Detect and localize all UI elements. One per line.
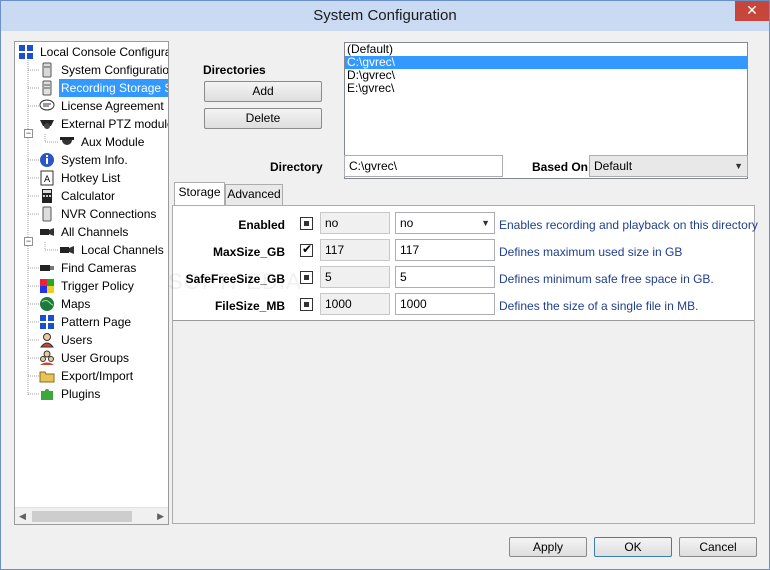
checkmark-icon: ✔ [302, 242, 313, 256]
license-icon [39, 99, 55, 111]
directories-heading: Directories [203, 63, 266, 77]
tree-item-label: License Agreement [61, 99, 164, 113]
expander-collapse[interactable]: − [24, 129, 33, 138]
list-item[interactable]: E:\gvrec\ [345, 82, 747, 95]
safefreesize-input[interactable]: 5 [395, 266, 495, 288]
camera-icon [60, 246, 74, 254]
trigger-icon [40, 279, 54, 293]
list-item[interactable]: D:\gvrec\ [345, 69, 747, 82]
based-on-value: Default [594, 159, 633, 173]
enabled-current-value: no [320, 212, 390, 234]
server-icon [42, 62, 52, 78]
tree-item-label: Local Channels [81, 243, 164, 257]
enabled-description: Enables recording and playback on this d… [499, 218, 758, 232]
watermark: SOFTPEDIA [168, 269, 302, 294]
directory-label: Directory [270, 160, 323, 174]
tree-item-label: Find Cameras [61, 261, 137, 275]
storage-tab-panel: Enabled no no ▼ Enables recording and pl… [172, 205, 758, 524]
pattern-icon [40, 315, 54, 329]
scroll-left-arrow-icon[interactable]: ◀ [19, 511, 26, 522]
tree-item-label: User Groups [61, 351, 130, 365]
safefreesize-current-value: 5 [320, 266, 390, 288]
tree-item-label: Trigger Policy [61, 279, 134, 293]
tree-item-label: Users [61, 333, 93, 347]
properties-grid: Enabled no no ▼ Enables recording and pl… [173, 206, 758, 321]
navigation-tree: Local Console Configurati System Configu… [14, 41, 169, 525]
safefreesize-checkbox[interactable] [300, 271, 313, 284]
property-name-maxsize: MaxSize_GB [212, 245, 285, 259]
apply-button[interactable]: Apply [509, 537, 587, 557]
tree-item-label: System Info. [61, 153, 128, 167]
tree-item-label: Recording Storage Se [59, 79, 168, 97]
filesize-input[interactable]: 1000 [395, 293, 495, 315]
nvr-icon [42, 206, 52, 222]
unchecked-mark-icon [304, 275, 309, 280]
list-item[interactable]: (Default) [345, 43, 747, 56]
tree-item-label: Export/Import [61, 369, 134, 383]
svg-text:A: A [44, 175, 51, 185]
property-name-filesize: FileSize_MB [214, 299, 285, 313]
window-title: System Configuration [313, 7, 457, 24]
tree-item-label: External PTZ module [61, 117, 169, 131]
globe-icon [40, 297, 54, 311]
info-icon [40, 153, 54, 167]
storage-icon [42, 80, 52, 96]
calculator-icon [42, 189, 52, 203]
enabled-checkbox[interactable] [300, 217, 313, 230]
property-name-enabled: Enabled [238, 218, 285, 232]
folder-icon [39, 371, 55, 383]
tree-item-label: Hotkey List [61, 171, 121, 185]
maxsize-description: Defines maximum used size in GB [499, 245, 683, 259]
dome-camera-icon [60, 137, 74, 145]
user-group-icon [40, 350, 54, 365]
directory-input[interactable]: C:\gvrec\ [344, 155, 503, 177]
camera-icon [40, 228, 54, 236]
enabled-select-value: no [400, 216, 414, 230]
system-configuration-window: System Configuration ✕ Local Console Con… [0, 0, 770, 570]
filesize-checkbox[interactable] [300, 298, 313, 311]
tree-horizontal-scrollbar[interactable]: ◀ ▶ [15, 507, 168, 524]
title-bar[interactable]: System Configuration ✕ [1, 1, 769, 31]
tree-item-label: Aux Module [81, 135, 145, 149]
tree-item-label: NVR Connections [61, 207, 157, 221]
tree-item-label: System Configuratior [61, 63, 169, 77]
user-icon [39, 333, 55, 348]
tree-item-label: Calculator [61, 189, 116, 203]
unchecked-mark-icon [304, 221, 309, 226]
ptz-camera-icon [40, 120, 54, 129]
maxsize-input[interactable]: 117 [395, 239, 495, 261]
close-button[interactable]: ✕ [735, 1, 769, 21]
tree-item-label: Maps [61, 297, 91, 311]
filesize-current-value: 1000 [320, 293, 390, 315]
unchecked-mark-icon [304, 302, 309, 307]
safefreesize-description: Defines minimum safe free space in GB. [499, 272, 714, 286]
add-directory-button[interactable]: Add [204, 81, 322, 102]
tab-advanced[interactable]: Advanced [225, 184, 283, 205]
find-camera-icon [40, 265, 54, 271]
based-on-select[interactable]: Default ▼ [589, 155, 748, 177]
tree-item-label: Plugins [61, 387, 101, 401]
maxsize-checkbox[interactable]: ✔ [300, 242, 313, 257]
chevron-down-icon: ▼ [734, 161, 743, 171]
filesize-description: Defines the size of a single file in MB. [499, 299, 699, 313]
windows-icon [19, 45, 33, 59]
delete-directory-button[interactable]: Delete [204, 108, 322, 129]
scrollbar-thumb[interactable] [32, 511, 132, 522]
enabled-select[interactable]: no ▼ [395, 212, 495, 234]
chevron-down-icon: ▼ [481, 218, 490, 228]
hotkey-icon: A [40, 170, 54, 186]
expander-collapse[interactable]: − [24, 237, 33, 246]
tree-item-label: Local Console Configurati [40, 45, 169, 59]
ok-button[interactable]: OK [594, 537, 672, 557]
tree-item-label: Pattern Page [61, 315, 132, 329]
maxsize-current-value: 117 [320, 239, 390, 261]
list-item[interactable]: C:\gvrec\ [345, 56, 747, 69]
client-area: Local Console Configurati System Configu… [8, 31, 763, 564]
tree-item-label: All Channels [61, 225, 129, 239]
cancel-button[interactable]: Cancel [679, 537, 757, 557]
based-on-label: Based On [532, 160, 589, 174]
scroll-right-arrow-icon[interactable]: ▶ [157, 511, 164, 522]
tab-storage[interactable]: Storage [174, 182, 225, 205]
puzzle-icon [41, 389, 53, 400]
